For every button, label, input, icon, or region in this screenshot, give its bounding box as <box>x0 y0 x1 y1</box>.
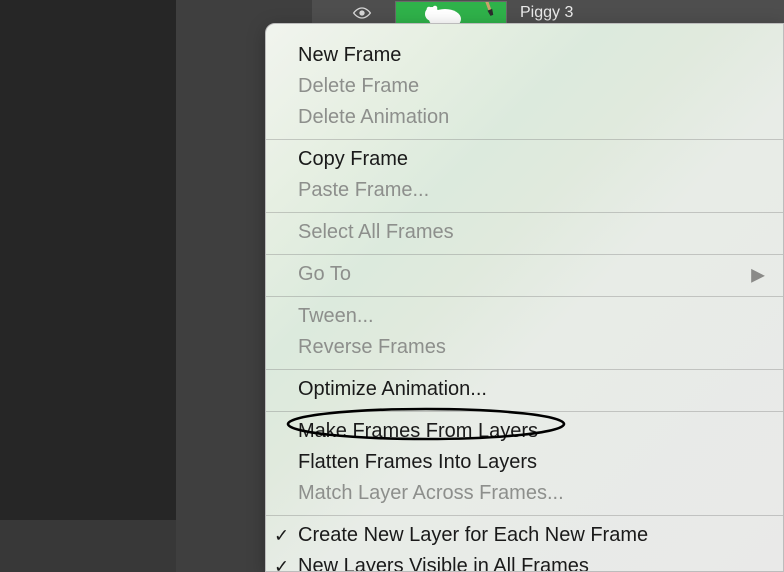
check-icon: ✓ <box>274 553 289 572</box>
layer-name-label[interactable]: Piggy 3 <box>520 2 573 24</box>
brush-icon <box>476 1 503 21</box>
menu-item-label: Delete Frame <box>298 73 419 100</box>
menu-item-reverse-frames[interactable]: Reverse Frames <box>266 332 783 363</box>
menu-item-select-all-frames[interactable]: Select All Frames <box>266 217 783 248</box>
menu-item-go-to[interactable]: Go To ▶ <box>266 259 783 290</box>
menu-group: Select All Frames <box>266 213 783 255</box>
menu-item-label: Delete Animation <box>298 104 449 131</box>
menu-item-new-layers-visible[interactable]: ✓ New Layers Visible in All Frames <box>266 551 783 572</box>
menu-item-copy-frame[interactable]: Copy Frame <box>266 144 783 175</box>
menu-item-label: Create New Layer for Each New Frame <box>298 522 648 549</box>
menu-item-label: Go To <box>298 261 351 288</box>
menu-group: Make Frames From Layers Flatten Frames I… <box>266 412 783 516</box>
menu-item-label: Make Frames From Layers <box>298 418 538 445</box>
eye-icon <box>352 7 372 19</box>
menu-item-match-layer[interactable]: Match Layer Across Frames... <box>266 478 783 509</box>
check-icon: ✓ <box>274 522 289 549</box>
menu-item-paste-frame[interactable]: Paste Frame... <box>266 175 783 206</box>
piggy-icon <box>422 4 468 25</box>
menu-item-label: Select All Frames <box>298 219 454 246</box>
menu-item-label: New Layers Visible in All Frames <box>298 553 589 572</box>
menu-item-make-frames-from-layers[interactable]: Make Frames From Layers <box>266 416 783 447</box>
menu-item-label: New Frame <box>298 42 401 69</box>
menu-item-label: Optimize Animation... <box>298 376 487 403</box>
menu-item-label: Copy Frame <box>298 146 408 173</box>
menu-item-new-frame[interactable]: New Frame <box>266 40 783 71</box>
menu-item-create-new-layer-each-frame[interactable]: ✓ Create New Layer for Each New Frame <box>266 520 783 551</box>
layer-thumbnail[interactable] <box>395 1 507 25</box>
menu-item-delete-frame[interactable]: Delete Frame <box>266 71 783 102</box>
menu-item-label: Match Layer Across Frames... <box>298 480 564 507</box>
menu-group: Tween... Reverse Frames <box>266 297 783 370</box>
left-bottom-bar <box>0 520 176 572</box>
left-panel-dark <box>0 0 176 520</box>
menu-item-label: Flatten Frames Into Layers <box>298 449 537 476</box>
menu-group: Optimize Animation... <box>266 370 783 412</box>
timeline-context-menu: New Frame Delete Frame Delete Animation … <box>265 23 784 572</box>
menu-item-delete-animation[interactable]: Delete Animation <box>266 102 783 133</box>
menu-group: New Frame Delete Frame Delete Animation <box>266 36 783 140</box>
menu-item-label: Paste Frame... <box>298 177 429 204</box>
menu-group: ✓ Create New Layer for Each New Frame ✓ … <box>266 516 783 572</box>
menu-item-optimize-animation[interactable]: Optimize Animation... <box>266 374 783 405</box>
menu-item-label: Reverse Frames <box>298 334 446 361</box>
menu-item-label: Tween... <box>298 303 374 330</box>
menu-item-flatten-frames[interactable]: Flatten Frames Into Layers <box>266 447 783 478</box>
menu-group: Copy Frame Paste Frame... <box>266 140 783 213</box>
menu-group: Go To ▶ <box>266 255 783 297</box>
menu-item-tween[interactable]: Tween... <box>266 301 783 332</box>
submenu-arrow-icon: ▶ <box>751 261 765 288</box>
app-root: Piggy 3 New Frame Delete Frame Delete An… <box>0 0 784 572</box>
